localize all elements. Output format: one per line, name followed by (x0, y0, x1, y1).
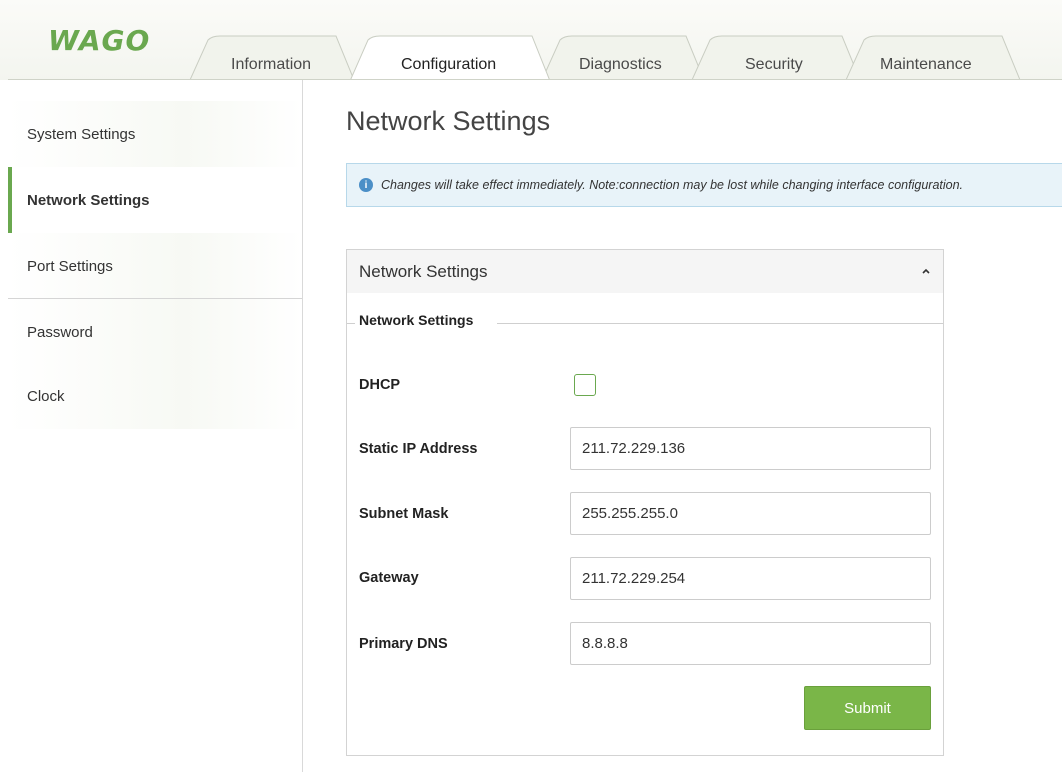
tab-configuration[interactable]: Configuration (401, 56, 496, 74)
panel-header[interactable]: Network Settings (347, 250, 943, 293)
gateway-label: Gateway (359, 570, 419, 586)
network-settings-panel: Network Settings Network Settings DHCP S… (346, 249, 944, 756)
primary-dns-input[interactable] (570, 622, 931, 665)
submit-button[interactable]: Submit (804, 686, 931, 730)
header-divider (8, 79, 1062, 80)
fieldset-border (347, 323, 355, 324)
subnet-mask-input[interactable] (570, 492, 931, 535)
page-title: Network Settings (346, 106, 551, 136)
gateway-input[interactable] (570, 557, 931, 600)
static-ip-label: Static IP Address (359, 441, 478, 457)
sidebar-item-label: Clock (27, 387, 65, 405)
dhcp-label: DHCP (359, 377, 401, 393)
sidebar-item-network-settings[interactable]: Network Settings (8, 167, 302, 233)
fieldset-border (497, 323, 943, 324)
top-header: WAGO Information Configuration Diagnosti… (0, 0, 1062, 80)
sidebar-item-label: Network Settings (27, 191, 150, 209)
tab-maintenance[interactable]: Maintenance (880, 56, 972, 74)
sidebar-item-port-settings[interactable]: Port Settings (8, 233, 302, 299)
static-ip-input[interactable] (570, 427, 931, 470)
tab-information[interactable]: Information (231, 56, 311, 74)
sidebar-divider (302, 80, 303, 772)
dhcp-checkbox[interactable] (574, 374, 596, 396)
sidebar-item-password[interactable]: Password (8, 299, 302, 365)
sidebar-item-label: Port Settings (27, 257, 113, 275)
info-icon: i (359, 178, 373, 192)
sidebar-item-system-settings[interactable]: System Settings (8, 101, 302, 167)
subnet-mask-label: Subnet Mask (359, 506, 449, 522)
fieldset-legend: Network Settings (359, 312, 476, 328)
wago-logo: WAGO (48, 24, 150, 54)
info-alert: i Changes will take effect immediately. … (346, 163, 1062, 207)
tab-diagnostics[interactable]: Diagnostics (579, 56, 662, 74)
svg-text:WAGO: WAGO (48, 24, 150, 54)
sidebar-item-label: System Settings (27, 125, 136, 143)
panel-title: Network Settings (359, 261, 488, 281)
sidebar-item-clock[interactable]: Clock (8, 363, 302, 429)
info-alert-text: Changes will take effect immediately. No… (381, 178, 964, 192)
chevron-up-icon[interactable] (919, 264, 933, 278)
sidebar-item-label: Password (27, 323, 93, 341)
tab-security[interactable]: Security (745, 56, 803, 74)
primary-dns-label: Primary DNS (359, 636, 448, 652)
